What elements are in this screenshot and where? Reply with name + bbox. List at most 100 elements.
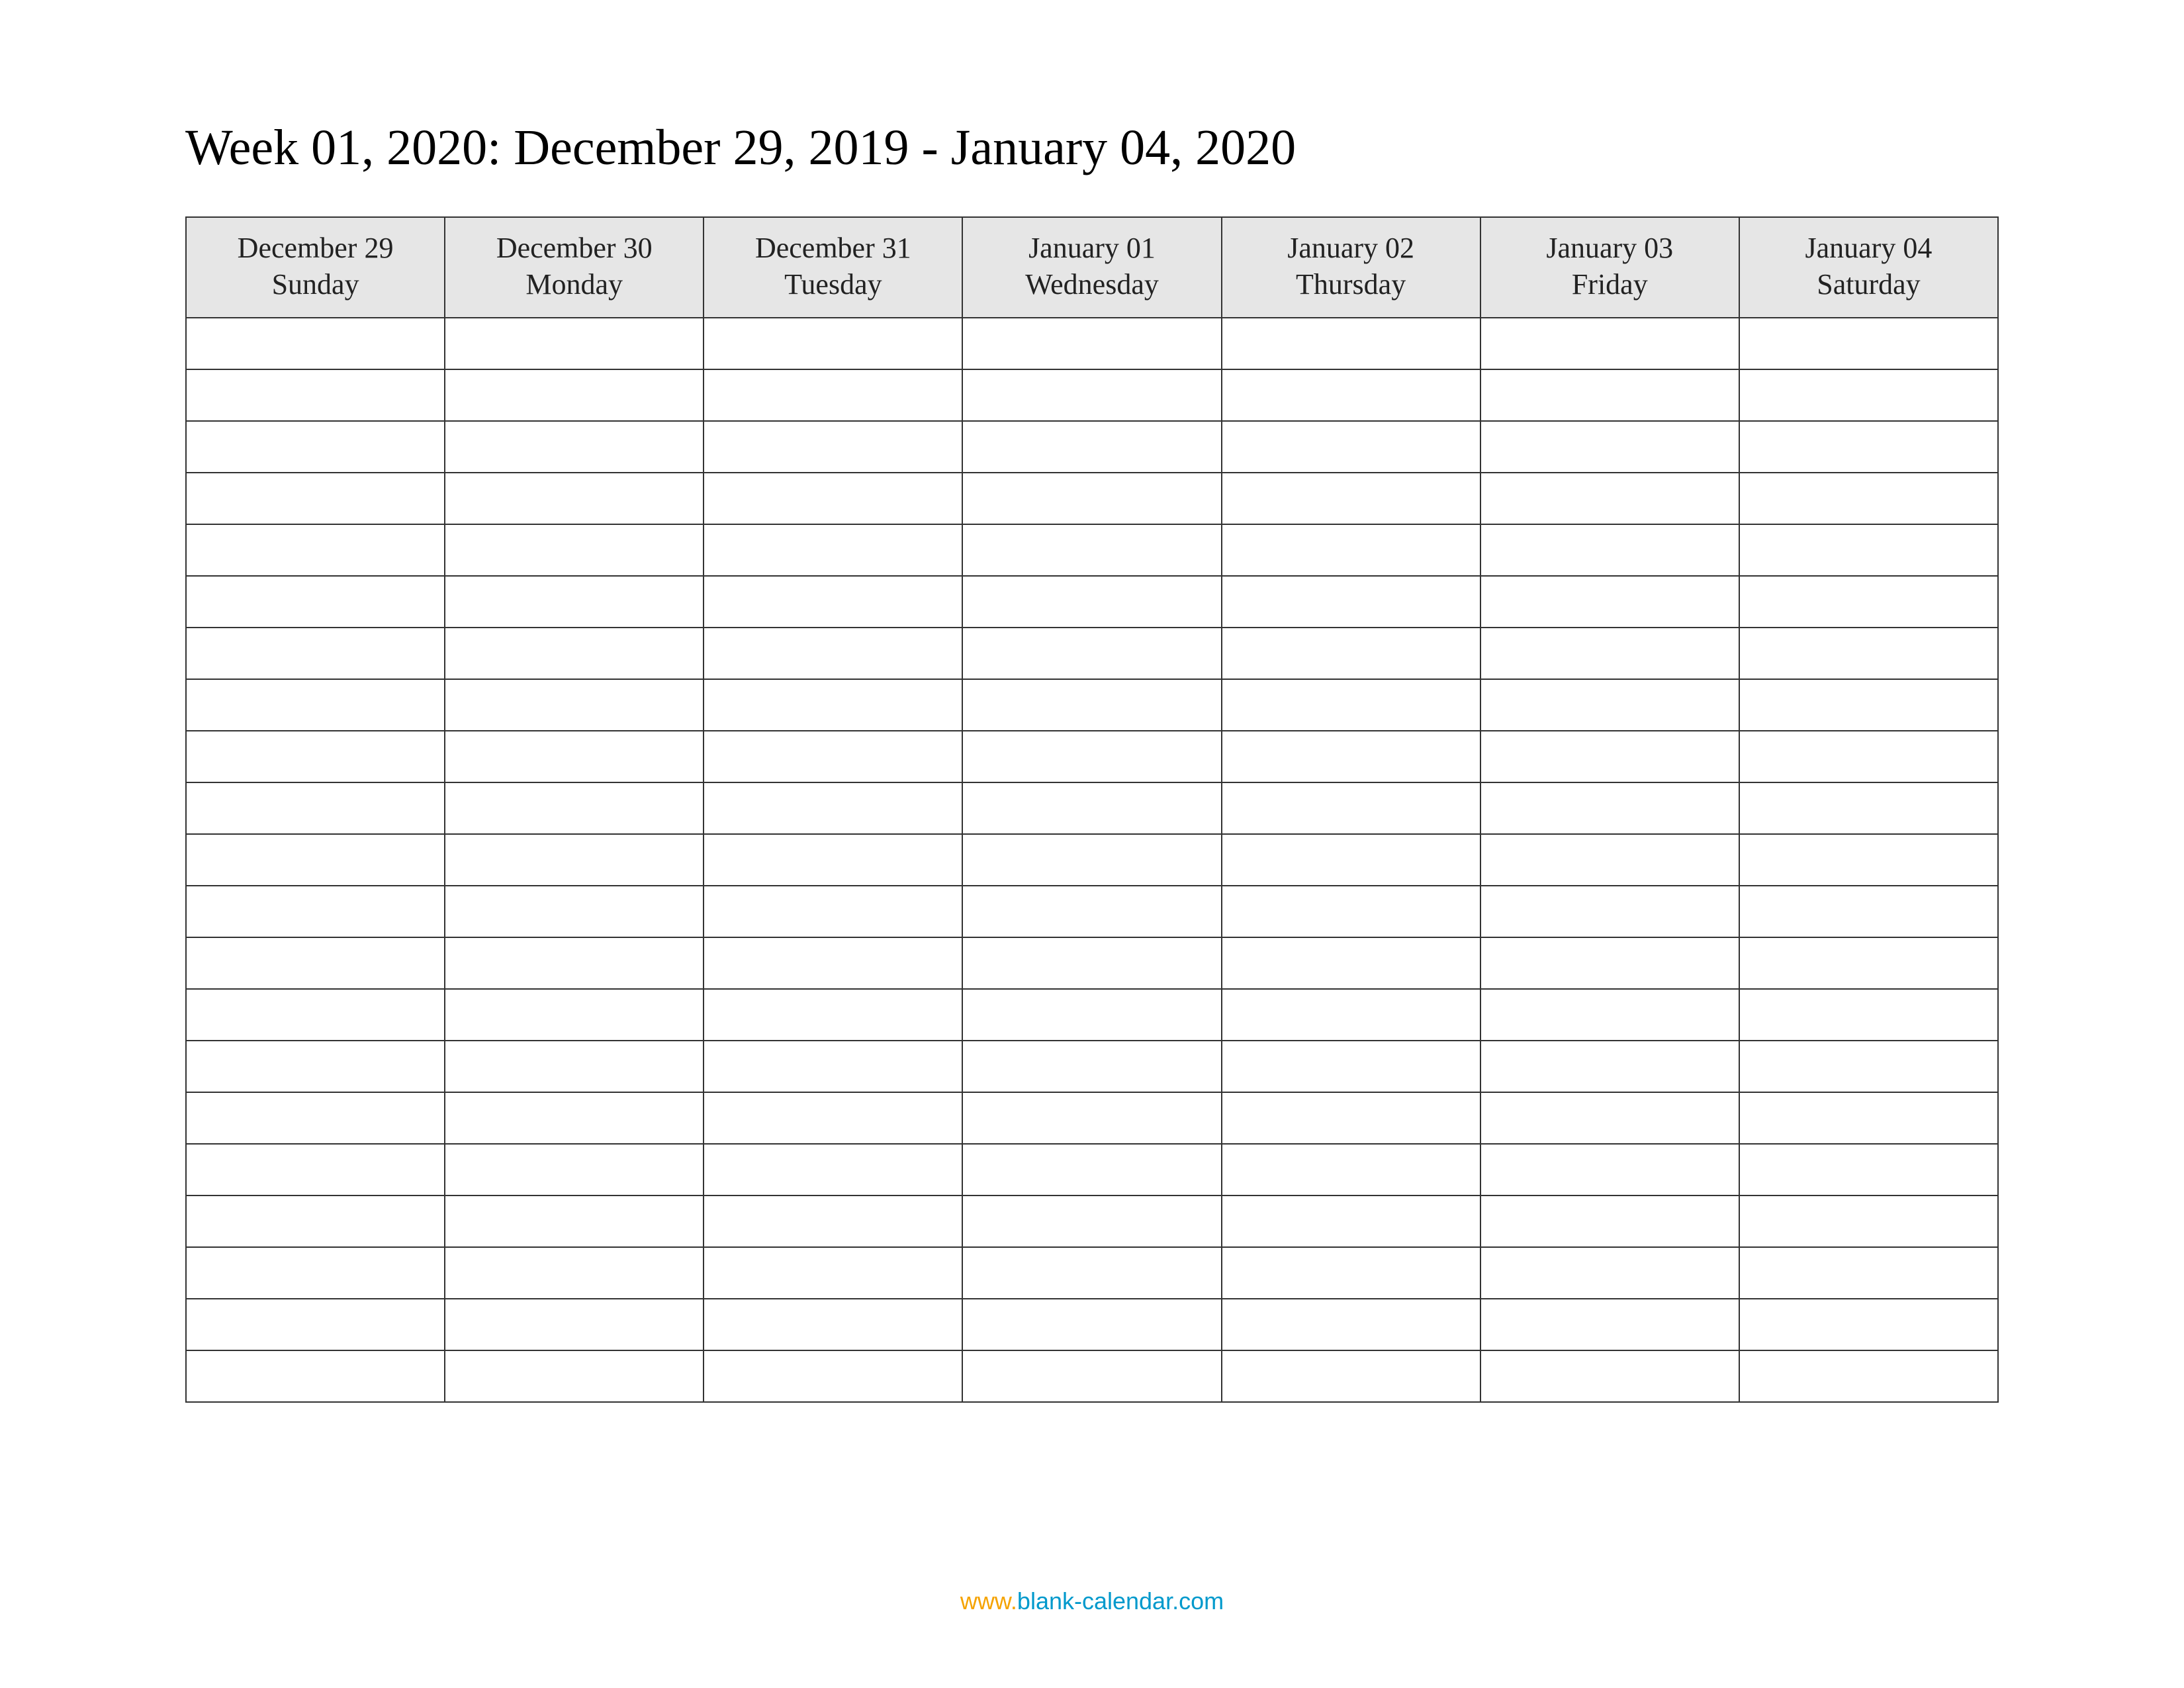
calendar-cell [1739, 989, 1998, 1041]
calendar-cell [962, 1299, 1221, 1350]
calendar-cell [445, 421, 704, 473]
calendar-cell [962, 369, 1221, 421]
calendar-cell [1222, 886, 1480, 937]
calendar-cell [962, 782, 1221, 834]
calendar-cell [962, 1092, 1221, 1144]
calendar-cell [704, 886, 962, 937]
calendar-cell [1739, 1041, 1998, 1092]
calendar-cell [1480, 989, 1739, 1041]
calendar-cell [445, 1350, 704, 1402]
calendar-cell [1480, 782, 1739, 834]
calendar-cell [1222, 576, 1480, 628]
calendar-header-row: December 29 Sunday December 30 Monday De… [186, 217, 1998, 318]
day-header-date: January 01 [968, 230, 1215, 266]
calendar-cell [445, 1299, 704, 1350]
day-header-weekday: Sunday [192, 266, 439, 303]
calendar-row [186, 318, 1998, 369]
page-title: Week 01, 2020: December 29, 2019 - Janua… [185, 119, 1999, 177]
calendar-cell [445, 1247, 704, 1299]
calendar-cell [186, 937, 445, 989]
calendar-cell [1739, 1299, 1998, 1350]
calendar-row [186, 679, 1998, 731]
calendar-cell [186, 834, 445, 886]
calendar-cell [1739, 1350, 1998, 1402]
calendar-cell [445, 1144, 704, 1196]
calendar-cell [1222, 318, 1480, 369]
calendar-cell [704, 1350, 962, 1402]
calendar-cell [962, 524, 1221, 576]
calendar-cell [186, 989, 445, 1041]
day-header-weekday: Friday [1486, 266, 1733, 303]
calendar-cell [1480, 1144, 1739, 1196]
calendar-cell [1222, 1092, 1480, 1144]
calendar-cell [1480, 473, 1739, 524]
calendar-row [186, 937, 1998, 989]
day-header-weekday: Tuesday [709, 266, 956, 303]
calendar-cell [1222, 473, 1480, 524]
calendar-cell [1480, 628, 1739, 679]
calendar-cell [1480, 576, 1739, 628]
calendar-cell [1480, 937, 1739, 989]
calendar-row [186, 1092, 1998, 1144]
footer-link: www.blank-calendar.com [0, 1587, 2184, 1615]
weekly-calendar-table: December 29 Sunday December 30 Monday De… [185, 216, 1999, 1403]
calendar-cell [1480, 731, 1739, 782]
calendar-cell [186, 1196, 445, 1247]
calendar-cell [1222, 782, 1480, 834]
calendar-cell [704, 1299, 962, 1350]
calendar-cell [962, 576, 1221, 628]
calendar-cell [186, 524, 445, 576]
calendar-cell [1222, 679, 1480, 731]
calendar-cell [962, 937, 1221, 989]
calendar-cell [1222, 628, 1480, 679]
calendar-cell [1480, 886, 1739, 937]
calendar-row [186, 1247, 1998, 1299]
calendar-cell [704, 1144, 962, 1196]
day-header-sunday: December 29 Sunday [186, 217, 445, 318]
calendar-cell [445, 1092, 704, 1144]
calendar-body [186, 318, 1998, 1402]
day-header-wednesday: January 01 Wednesday [962, 217, 1221, 318]
calendar-cell [1480, 318, 1739, 369]
day-header-weekday: Thursday [1228, 266, 1475, 303]
calendar-cell [704, 421, 962, 473]
calendar-cell [186, 1144, 445, 1196]
calendar-cell [704, 369, 962, 421]
calendar-cell [1480, 1350, 1739, 1402]
calendar-cell [1480, 524, 1739, 576]
calendar-cell [1739, 1196, 1998, 1247]
calendar-cell [186, 1350, 445, 1402]
day-header-weekday: Saturday [1745, 266, 1992, 303]
calendar-cell [1480, 1041, 1739, 1092]
calendar-row [186, 628, 1998, 679]
calendar-cell [445, 989, 704, 1041]
calendar-cell [445, 318, 704, 369]
calendar-cell [962, 989, 1221, 1041]
calendar-cell [1222, 834, 1480, 886]
calendar-row [186, 576, 1998, 628]
day-header-weekday: Monday [451, 266, 698, 303]
calendar-cell [186, 886, 445, 937]
calendar-cell [445, 576, 704, 628]
calendar-row [186, 1041, 1998, 1092]
calendar-cell [962, 628, 1221, 679]
calendar-cell [962, 731, 1221, 782]
calendar-cell [445, 473, 704, 524]
calendar-cell [186, 1247, 445, 1299]
calendar-cell [1222, 1144, 1480, 1196]
day-header-date: December 29 [192, 230, 439, 266]
calendar-cell [1222, 1299, 1480, 1350]
day-header-thursday: January 02 Thursday [1222, 217, 1480, 318]
calendar-cell [1739, 1092, 1998, 1144]
calendar-cell [1480, 834, 1739, 886]
calendar-cell [445, 1041, 704, 1092]
calendar-cell [186, 1041, 445, 1092]
calendar-cell [445, 1196, 704, 1247]
calendar-cell [1480, 421, 1739, 473]
calendar-cell [962, 1196, 1221, 1247]
calendar-row [186, 731, 1998, 782]
calendar-cell [704, 473, 962, 524]
calendar-cell [186, 473, 445, 524]
calendar-cell [1739, 369, 1998, 421]
calendar-cell [445, 834, 704, 886]
